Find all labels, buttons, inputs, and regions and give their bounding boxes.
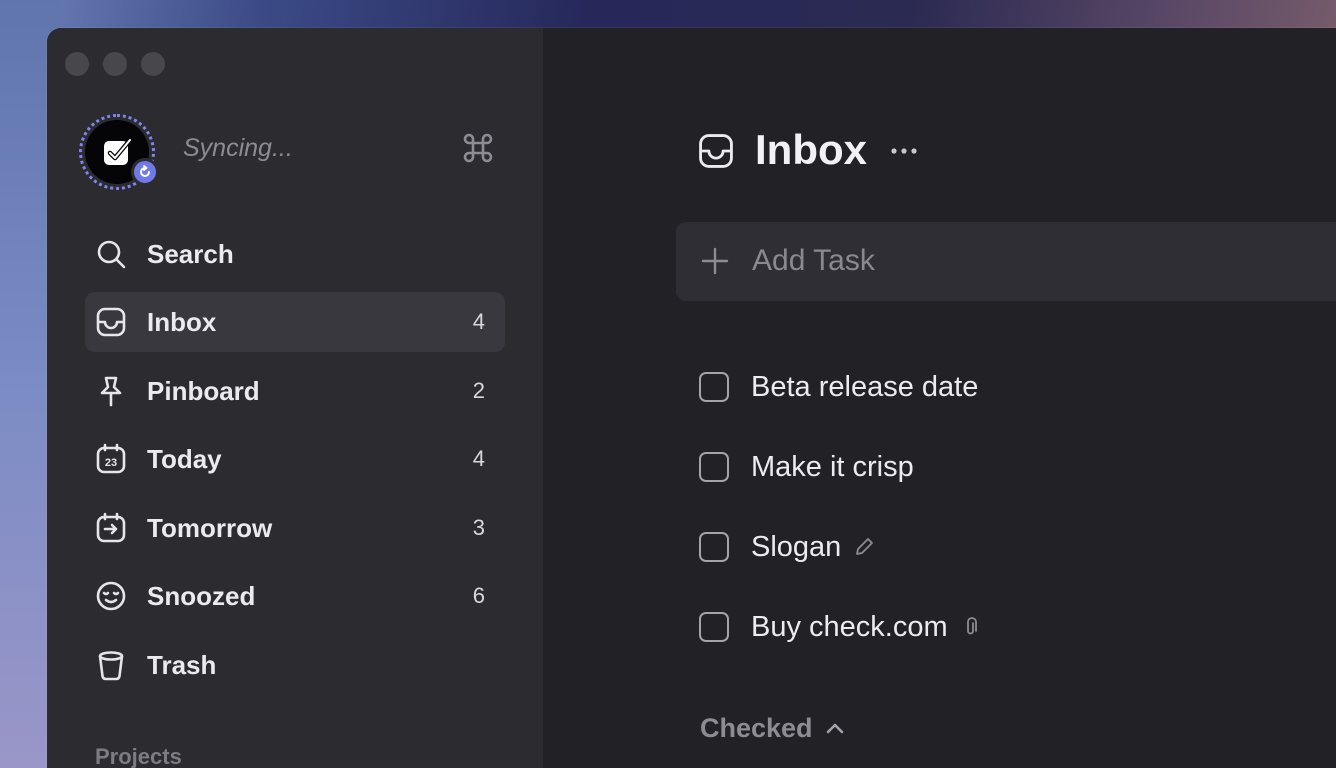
- chevron-up-icon: [823, 717, 847, 741]
- task-label: Beta release date: [751, 370, 979, 403]
- add-task-label: Add Task: [752, 244, 875, 277]
- sidebar-item-count: 4: [472, 446, 485, 471]
- task-label: Make it crisp: [751, 450, 914, 483]
- task-label: Buy check.com: [751, 610, 948, 643]
- close-window-button[interactable]: [65, 52, 89, 76]
- sidebar-item-snoozed[interactable]: Snoozed 6: [85, 566, 505, 626]
- sidebar-item-count: 2: [472, 378, 485, 403]
- sidebar-item-tomorrow[interactable]: Tomorrow 3: [85, 498, 505, 558]
- inbox-icon: [697, 132, 735, 170]
- task-item[interactable]: Buy check.com: [699, 607, 982, 647]
- sleeping-face-icon: [95, 580, 127, 612]
- sidebar-item-label: Inbox: [147, 306, 217, 337]
- projects-section-header[interactable]: Projects: [95, 744, 182, 768]
- search-icon: [95, 238, 127, 270]
- sidebar-item-today[interactable]: 23 Today 4: [85, 429, 505, 489]
- svg-text:23: 23: [105, 457, 117, 469]
- task-checkbox[interactable]: [699, 612, 729, 642]
- sidebar-item-label: Today: [147, 443, 222, 474]
- checked-section-label: Checked: [700, 713, 813, 743]
- sidebar-item-label: Pinboard: [147, 375, 260, 406]
- sidebar-item-trash[interactable]: Trash: [85, 635, 505, 695]
- sidebar-item-inbox[interactable]: Inbox 4: [85, 292, 505, 352]
- sidebar-item-label: Search: [147, 238, 234, 269]
- sidebar-item-label: Tomorrow: [147, 512, 273, 543]
- main-content: Inbox Add Task Beta release date Make it…: [543, 28, 1336, 768]
- sync-status-text: Syncing...: [183, 134, 293, 162]
- sidebar-item-count: 4: [472, 309, 485, 334]
- zoom-window-button[interactable]: [141, 52, 165, 76]
- task-checkbox[interactable]: [699, 532, 729, 562]
- more-options-icon[interactable]: [889, 140, 919, 162]
- window-controls: [65, 52, 165, 76]
- paperclip-icon: [960, 616, 982, 638]
- sync-icon: [131, 158, 159, 186]
- sidebar-item-search[interactable]: Search: [85, 224, 505, 284]
- sidebar-item-pinboard[interactable]: Pinboard 2: [85, 361, 505, 421]
- inbox-icon: [95, 306, 127, 338]
- checked-section-toggle[interactable]: Checked: [700, 713, 847, 744]
- pencil-icon: [853, 536, 875, 558]
- trash-icon: [95, 649, 127, 681]
- plus-icon: [700, 246, 730, 276]
- command-key-icon[interactable]: [461, 131, 495, 165]
- sidebar-item-label: Trash: [147, 649, 217, 680]
- task-item[interactable]: Slogan: [699, 527, 875, 567]
- minimize-window-button[interactable]: [103, 52, 127, 76]
- task-checkbox[interactable]: [699, 452, 729, 482]
- calendar-arrow-icon: [95, 512, 127, 544]
- task-item[interactable]: Beta release date: [699, 367, 978, 407]
- add-task-button[interactable]: Add Task: [676, 222, 1336, 301]
- sidebar-item-count: 6: [472, 583, 485, 608]
- calendar-23-icon: 23: [95, 443, 127, 475]
- task-item[interactable]: Make it crisp: [699, 447, 914, 487]
- sidebar-item-count: 3: [472, 515, 485, 540]
- task-label: Slogan: [751, 530, 842, 563]
- sidebar: Syncing... Search Inbox 4 Pinboard 2 23 …: [47, 28, 543, 768]
- sidebar-item-label: Snoozed: [147, 580, 256, 611]
- page-title: Inbox: [755, 126, 867, 173]
- account-avatar-button[interactable]: [79, 114, 159, 190]
- task-checkbox[interactable]: [699, 372, 729, 402]
- app-window: Syncing... Search Inbox 4 Pinboard 2 23 …: [47, 28, 1336, 768]
- pin-icon: [95, 375, 127, 407]
